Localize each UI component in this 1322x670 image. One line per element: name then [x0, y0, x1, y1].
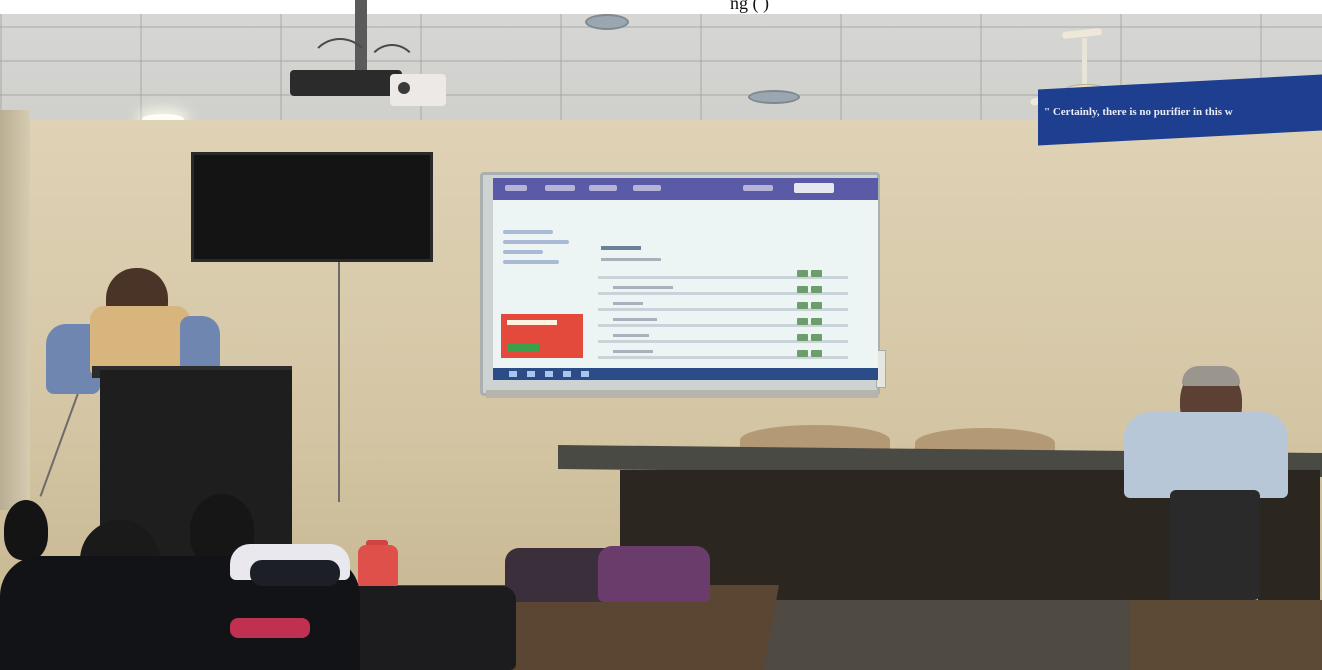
- projected-sidebar-item: [503, 240, 569, 244]
- projected-action-chip: [797, 334, 808, 341]
- app-bar-item: [743, 185, 773, 191]
- projected-action-chip: [797, 318, 808, 325]
- projected-promo-panel: [501, 314, 583, 358]
- seated-man-legs: [1170, 490, 1260, 600]
- projected-action-chip: [811, 302, 822, 309]
- projected-action-chip: [811, 270, 822, 277]
- projected-action-chip: [811, 286, 822, 293]
- taskbar-icon: [545, 371, 553, 377]
- projector: [290, 66, 446, 110]
- classroom-photo: ng ( ) " Certainly, there is no purifier…: [0, 0, 1322, 670]
- app-bar-item: [505, 185, 527, 191]
- wall-tv: [191, 152, 433, 262]
- projected-action-chip: [811, 350, 822, 357]
- tv-wire: [338, 262, 340, 502]
- taskbar-icon: [563, 371, 571, 377]
- taskbar-icon: [527, 371, 535, 377]
- app-bar-item: [589, 185, 617, 191]
- projected-cell: [613, 286, 673, 289]
- projected-sidebar-item: [503, 260, 559, 264]
- backpack: [598, 546, 710, 602]
- promo-title-bar: [507, 320, 557, 325]
- projected-action-chip: [797, 286, 808, 293]
- student-collar-shadow: [250, 560, 340, 586]
- app-bar-button: [794, 183, 834, 193]
- projected-action-chip: [797, 350, 808, 357]
- caption-band: [0, 0, 1322, 14]
- projector-body: [290, 70, 402, 96]
- projected-cell: [613, 318, 657, 321]
- seated-man: [1120, 360, 1300, 600]
- app-bar-item: [545, 185, 575, 191]
- projected-cell: [613, 302, 643, 305]
- student-head: [4, 500, 48, 560]
- water-bottle: [358, 545, 398, 590]
- projected-action-chip: [797, 302, 808, 309]
- projected-action-chip: [811, 318, 822, 325]
- projected-taskbar: [493, 368, 878, 380]
- projected-screen: [493, 178, 878, 380]
- projected-action-chip: [797, 270, 808, 277]
- app-bar-item: [633, 185, 661, 191]
- taskbar-icon: [509, 371, 517, 377]
- projected-heading: [601, 246, 641, 250]
- quote-banner-text: " Certainly, there is no purifier in thi…: [1044, 106, 1233, 118]
- caption-text: ng ( ): [730, 0, 769, 13]
- taskbar-icon: [581, 371, 589, 377]
- wall-pillar: [0, 110, 30, 510]
- student-desk: [1130, 600, 1322, 670]
- seated-man-hair: [1182, 366, 1240, 386]
- projected-app-bar: [493, 178, 878, 200]
- whiteboard-tray: [486, 390, 878, 398]
- projected-action-chip: [811, 334, 822, 341]
- promo-button: [507, 344, 539, 352]
- fan-rod: [1082, 38, 1087, 86]
- projected-cell: [613, 350, 653, 353]
- ceiling-vent: [585, 14, 629, 30]
- projected-sidebar-item: [503, 250, 543, 254]
- presenter-arm: [180, 316, 220, 372]
- projected-cell: [613, 334, 649, 337]
- ceiling-vent: [748, 90, 800, 104]
- presenter-vest: [90, 306, 190, 374]
- projected-subheading: [601, 258, 661, 261]
- projector-lens: [398, 82, 410, 94]
- student-bag-strap: [230, 618, 310, 638]
- seated-man-shirt: [1124, 412, 1288, 498]
- projected-sidebar-item: [503, 230, 553, 234]
